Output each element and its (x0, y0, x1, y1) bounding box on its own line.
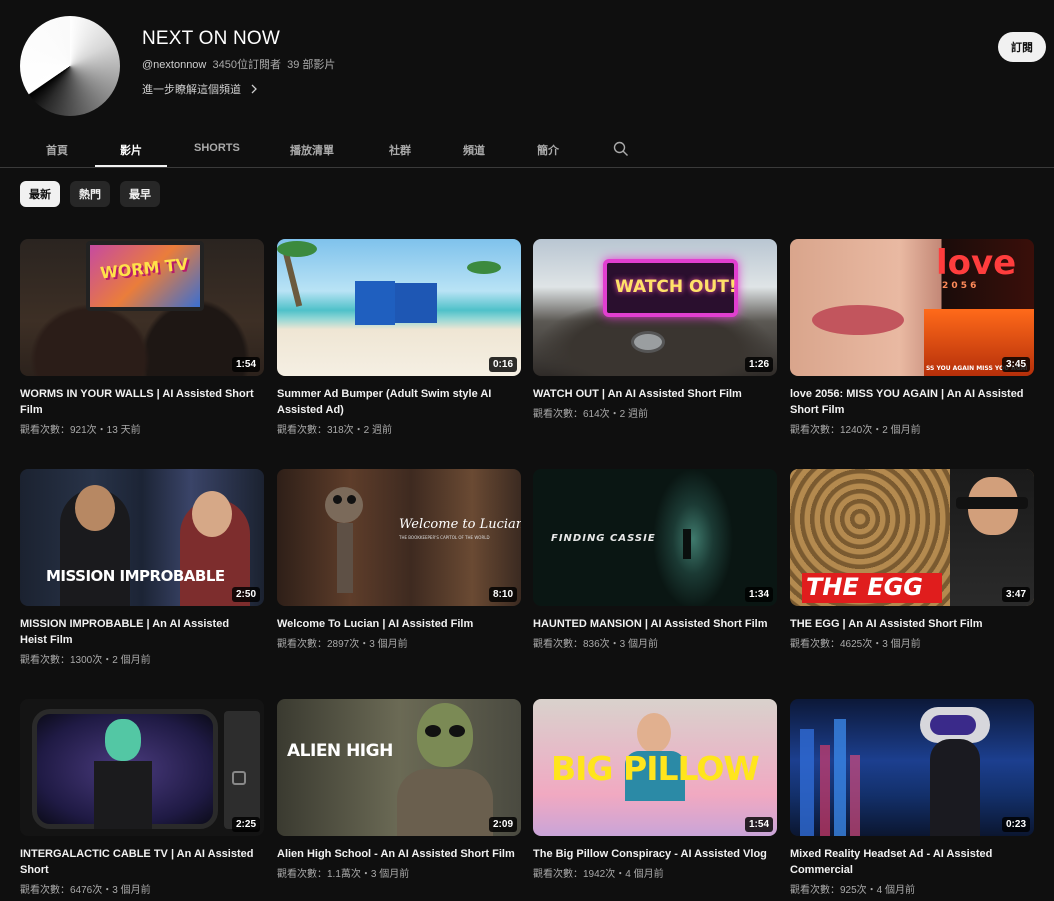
video-title[interactable]: HAUNTED MANSION | AI Assisted Short Film (533, 616, 777, 632)
chevron-right-icon (251, 84, 257, 94)
video-thumbnail[interactable]: Welcome to Lucian THE BOOKKEEPER'S CAPIT… (277, 469, 521, 606)
more-about-label: 進一步瞭解這個頻道 (142, 84, 241, 96)
video-card[interactable]: 0:23 Mixed Reality Headset Ad - AI Assis… (790, 699, 1034, 896)
video-duration: 2:50 (231, 587, 260, 602)
channel-meta: @nextonnow 3450位訂閱者 39 部影片 (142, 56, 335, 72)
subscriber-count: 3450位訂閱者 (212, 59, 281, 71)
tab-community[interactable]: 社群 (389, 142, 411, 158)
video-duration: 2:25 (231, 817, 260, 832)
video-duration: 1:54 (744, 817, 773, 832)
video-card[interactable]: MISSION IMPROBABLE 2:50 MISSION IMPROBAB… (20, 469, 264, 666)
video-meta: 觀看次數：4625次・3 個月前 (790, 639, 921, 650)
chip-popular[interactable]: 熱門 (70, 181, 110, 207)
thumb-text: BIG PILLOW (551, 749, 760, 788)
video-meta: 觀看次數：921次・13 天前 (20, 425, 141, 436)
video-thumbnail[interactable]: 0:16 (277, 239, 521, 376)
sort-chips: 最新 熱門 最早 (20, 181, 160, 207)
channel-tabs: 首頁 影片 SHORTS 播放清單 社群 頻道 簡介 (0, 132, 1054, 168)
channel-avatar[interactable] (20, 16, 120, 116)
video-card[interactable]: FINDING CASSIE 1:34 HAUNTED MANSION | AI… (533, 469, 777, 650)
video-thumbnail[interactable]: THE EGG 3:47 (790, 469, 1034, 606)
video-title[interactable]: THE EGG | An AI Assisted Short Film (790, 616, 1034, 632)
video-title[interactable]: Alien High School - An AI Assisted Short… (277, 846, 521, 862)
chip-latest[interactable]: 最新 (20, 181, 60, 207)
video-meta: 觀看次數：1240次・2 個月前 (790, 425, 921, 436)
video-thumbnail[interactable]: WORM TV 1:54 (20, 239, 264, 376)
video-duration: 3:45 (1001, 357, 1030, 372)
video-card[interactable]: Welcome to Lucian THE BOOKKEEPER'S CAPIT… (277, 469, 521, 650)
video-meta: 觀看次數：2897次・3 個月前 (277, 639, 408, 650)
video-thumbnail[interactable]: love 2 0 5 6 SS YOU AGAIN MISS YOU AGAI … (790, 239, 1034, 376)
video-card[interactable]: WORM TV 1:54 WORMS IN YOUR WALLS | AI As… (20, 239, 264, 436)
video-thumbnail[interactable]: ALIEN HIGH 2:09 (277, 699, 521, 836)
thumb-subtext: 2 0 5 6 (942, 281, 977, 291)
thumb-text: MISSION IMPROBABLE (46, 567, 225, 585)
tab-home[interactable]: 首頁 (46, 142, 68, 158)
video-duration: 1:26 (744, 357, 773, 372)
thumb-text: WATCH OUT! (615, 277, 737, 297)
video-duration: 8:10 (488, 587, 517, 602)
video-meta: 觀看次數：925次・4 個月前 (790, 885, 916, 896)
thumb-text: THE EGG (806, 573, 923, 601)
tab-videos[interactable]: 影片 (120, 142, 142, 158)
tab-playlists[interactable]: 播放清單 (290, 142, 334, 158)
video-count: 39 部影片 (287, 59, 336, 71)
video-duration: 0:16 (488, 357, 517, 372)
video-duration: 0:23 (1001, 817, 1030, 832)
chip-oldest[interactable]: 最早 (120, 181, 160, 207)
video-card[interactable]: WATCH OUT! 1:26 WATCH OUT | An AI Assist… (533, 239, 777, 420)
active-tab-indicator (95, 165, 167, 167)
video-duration: 2:09 (488, 817, 517, 832)
channel-header: NEXT ON NOW @nextonnow 3450位訂閱者 39 部影片 進… (0, 0, 1054, 130)
tab-about[interactable]: 簡介 (537, 142, 559, 158)
video-title[interactable]: INTERGALACTIC CABLE TV | An AI Assisted … (20, 846, 264, 878)
video-duration: 1:54 (231, 357, 260, 372)
video-title[interactable]: The Big Pillow Conspiracy - AI Assisted … (533, 846, 777, 862)
video-card[interactable]: THE EGG 3:47 THE EGG | An AI Assisted Sh… (790, 469, 1034, 650)
video-meta: 觀看次數：318次・2 週前 (277, 425, 393, 436)
video-thumbnail[interactable]: WATCH OUT! 1:26 (533, 239, 777, 376)
video-thumbnail[interactable]: 0:23 (790, 699, 1034, 836)
video-meta: 觀看次數：1.1萬次・3 個月前 (277, 869, 410, 880)
video-card[interactable]: BIG PILLOW 1:54 The Big Pillow Conspirac… (533, 699, 777, 880)
video-meta: 觀看次數：1942次・4 個月前 (533, 869, 664, 880)
video-card[interactable]: 2:25 INTERGALACTIC CABLE TV | An AI Assi… (20, 699, 264, 896)
video-duration: 3:47 (1001, 587, 1030, 602)
video-title[interactable]: Mixed Reality Headset Ad - AI Assisted C… (790, 846, 1034, 878)
video-card[interactable]: ALIEN HIGH 2:09 Alien High School - An A… (277, 699, 521, 880)
more-about-link[interactable]: 進一步瞭解這個頻道 (142, 81, 259, 97)
video-thumbnail[interactable]: MISSION IMPROBABLE 2:50 (20, 469, 264, 606)
video-card[interactable]: 0:16 Summer Ad Bumper (Adult Swim style … (277, 239, 521, 436)
video-thumbnail[interactable]: 2:25 (20, 699, 264, 836)
channel-handle: @nextonnow (142, 59, 207, 71)
thumb-text: Welcome to Lucian (399, 517, 521, 532)
thumb-text: love (936, 243, 1017, 283)
video-meta: 觀看次數：6476次・3 個月前 (20, 885, 151, 896)
video-meta: 觀看次數：1300次・2 個月前 (20, 655, 151, 666)
video-thumbnail[interactable]: BIG PILLOW 1:54 (533, 699, 777, 836)
video-card[interactable]: love 2 0 5 6 SS YOU AGAIN MISS YOU AGAI … (790, 239, 1034, 436)
thumb-subtext: THE BOOKKEEPER'S CAPITOL OF THE WORLD (399, 535, 490, 540)
tab-shorts[interactable]: SHORTS (194, 142, 240, 154)
thumb-text: ALIEN HIGH (287, 741, 393, 761)
subscribe-button[interactable]: 訂閱 (998, 32, 1046, 62)
video-title[interactable]: Welcome To Lucian | AI Assisted Film (277, 616, 521, 632)
video-meta: 觀看次數：836次・3 個月前 (533, 639, 659, 650)
search-icon[interactable] (613, 141, 629, 157)
tab-channels[interactable]: 頻道 (463, 142, 485, 158)
video-title[interactable]: Summer Ad Bumper (Adult Swim style AI As… (277, 386, 521, 418)
video-title[interactable]: love 2056: MISS YOU AGAIN | An AI Assist… (790, 386, 1034, 418)
video-duration: 1:34 (744, 587, 773, 602)
video-thumbnail[interactable]: FINDING CASSIE 1:34 (533, 469, 777, 606)
video-title[interactable]: WORMS IN YOUR WALLS | AI Assisted Short … (20, 386, 264, 418)
video-title[interactable]: WATCH OUT | An AI Assisted Short Film (533, 386, 777, 402)
video-meta: 觀看次數：614次・2 週前 (533, 409, 649, 420)
channel-name: NEXT ON NOW (142, 28, 281, 49)
video-title[interactable]: MISSION IMPROBABLE | An AI Assisted Heis… (20, 616, 264, 648)
thumb-text: FINDING CASSIE (551, 533, 656, 544)
